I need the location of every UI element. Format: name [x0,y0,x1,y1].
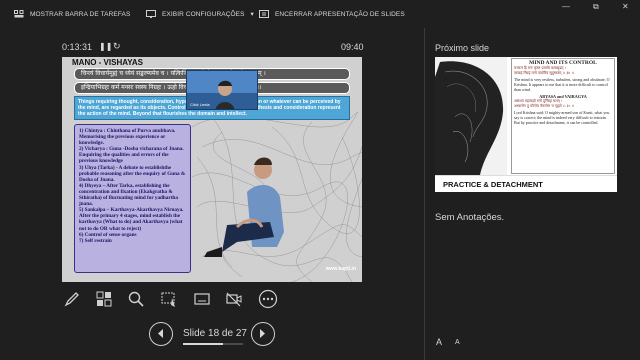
taskbar-icon [14,10,24,18]
next-slide-button[interactable] [251,322,275,346]
pen-icon[interactable] [62,289,82,309]
all-slides-icon[interactable] [94,289,114,309]
presenter-tools [62,289,282,309]
display-settings-button[interactable]: EXIBIR CONFIGURAÇÕES ▾ [146,10,254,18]
list-item: 3) Uhya (Tarka) - A debate to establisht… [79,164,186,183]
restore-icon[interactable]: ⧉ [593,2,599,12]
next-slide-caption: PRACTICE & DETACHMENT [443,180,543,189]
current-slide[interactable]: MANO - VISHAYAS चिन्त्यं विचार्यमूह्यं च… [62,57,362,282]
next-slide-label: Próximo slide [435,43,490,53]
next-text-1: The mind is very restless, turbulent, st… [514,77,610,92]
next-slide-preview[interactable]: MIND AND ITS CONTROL चञ्चलं हि मनः कृष्ण… [435,57,617,192]
screen-icon[interactable] [192,289,212,309]
slide-title: MANO - VISHAYAS [72,58,143,67]
panel-divider [424,28,425,360]
next-sanskrit-2: तस्याहं निग्रहं मन्ये वायोरिव सुदुष्करम्… [514,71,574,75]
next-slide-textbox: MIND AND ITS CONTROL चञ्चलं हि मनः कृष्ण… [511,58,615,174]
speaker-video: Click Leela [186,70,258,110]
display-settings-label: EXIBIR CONFIGURAÇÕES [162,10,245,18]
end-show-icon [259,10,269,18]
list-item: 4) Dhyeya – After Tarka, establishing th… [79,182,178,208]
list-item: 7) Self restrain [79,237,112,244]
elapsed-timer: 0:13:31 [62,42,93,52]
chevron-left-icon [158,329,163,338]
more-icon[interactable] [258,289,278,309]
presenter-toolbar: MOSTRAR BARRA DE TAREFAS EXIBIR CONFIGUR… [0,0,640,28]
close-icon[interactable]: ✕ [622,2,629,11]
increase-font-button[interactable]: A [436,337,442,347]
show-taskbar-label: MOSTRAR BARRA DE TAREFAS [30,10,131,18]
reset-timer-icon[interactable]: ↻ [113,41,121,52]
list-item: 2) Vicharya : Guna -Dosha vicharana of J… [79,146,184,165]
vishaya-list: 1) Chintya : Chinthana of Purva anubhava… [74,124,191,273]
end-show-button[interactable]: ENCERRAR APRESENTAÇÃO DE SLIDES [259,10,405,18]
pause-icon[interactable]: ❚❚ [99,42,112,51]
zoom-icon[interactable] [126,289,146,309]
next-text-2: Lord Krishna said: O mighty-armed son of… [514,110,610,125]
end-show-label: ENCERRAR APRESENTAÇÃO DE SLIDES [275,10,405,18]
minimize-icon[interactable]: — [562,2,570,11]
slide-counter[interactable]: Slide 18 de 27 [183,328,247,339]
next-slide-footer: PRACTICE & DETACHMENT [435,175,617,192]
dropdown-arrow-icon: ▾ [250,11,254,18]
show-taskbar-button[interactable]: MOSTRAR BARRA DE TAREFAS [14,10,130,18]
speaker-notes: Sem Anotações. [435,212,505,223]
next-sanskrit-4: अभ्यासेन तु कौन्तेय वैराग्येण च गृह्यते … [514,104,575,108]
list-item: 5) Sankalpa – Karthavya-Akarthavya Nirna… [79,207,184,232]
video-caption: Click Leela [190,102,210,107]
list-item: 1) Chintya : Chinthana of Purva anubhava… [79,128,176,147]
current-time: 09:40 [341,42,364,52]
slide-progress-bar [183,343,243,345]
display-icon [146,10,156,18]
website-label: www.kapti.in [325,266,356,272]
decrease-font-button[interactable]: A [455,339,460,346]
camera-off-icon[interactable] [224,289,244,309]
chevron-right-icon [260,329,265,338]
slide-progress-fill [183,343,223,345]
pointer-icon[interactable] [158,289,178,309]
previous-slide-button[interactable] [149,322,173,346]
